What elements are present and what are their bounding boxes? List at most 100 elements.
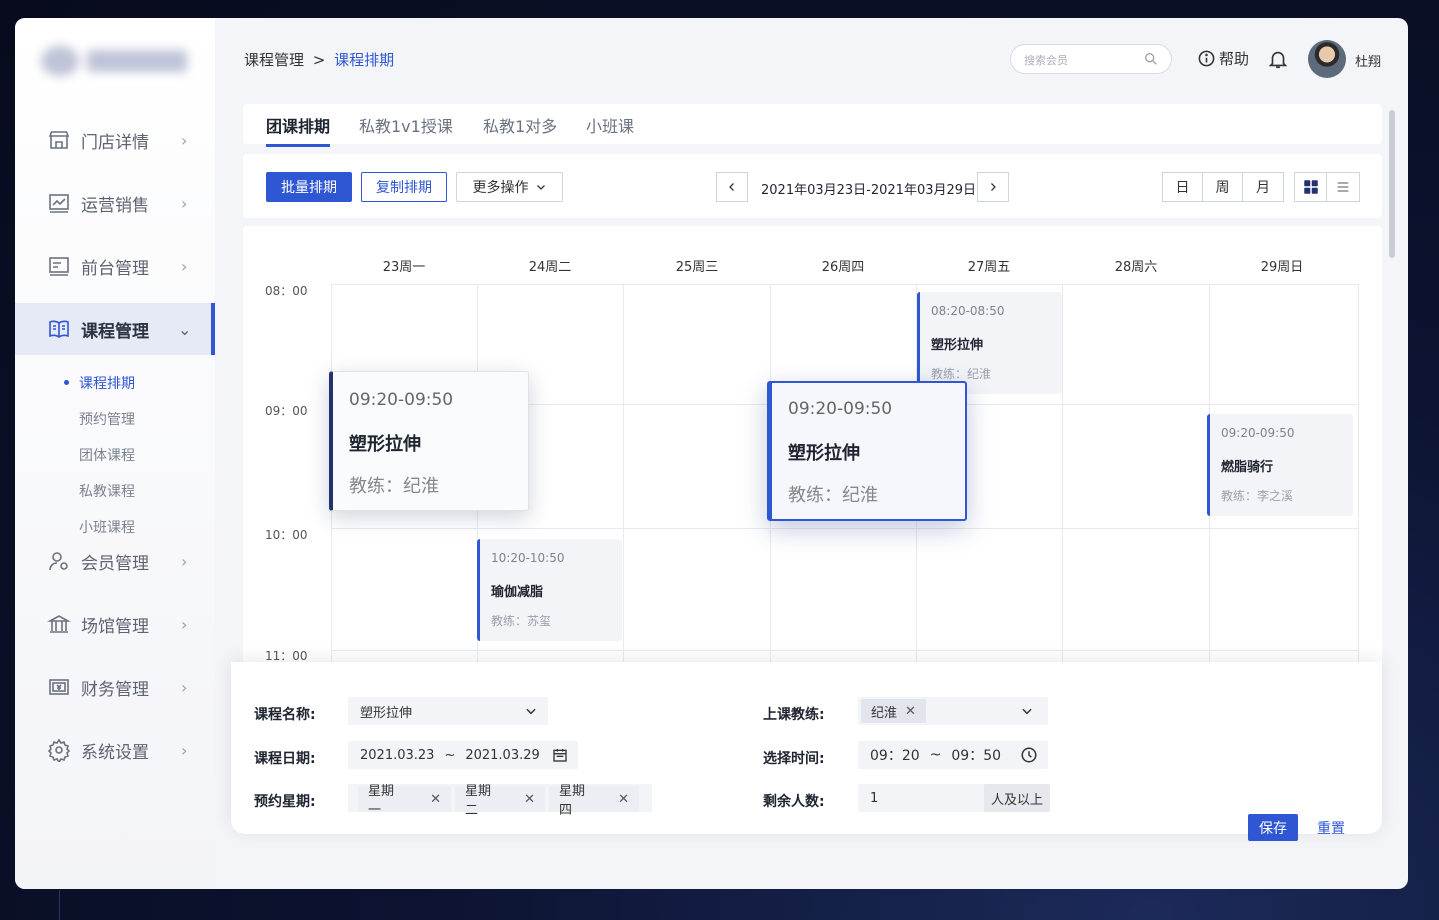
batch-schedule-button[interactable]: 批量排期 — [266, 172, 352, 202]
schedule-event[interactable]: 10:20-10:50 瑜伽减脂 教练：苏玺 — [477, 539, 622, 641]
weekday-label: 预约星期: — [254, 794, 316, 810]
calendar-icon — [553, 749, 567, 762]
coach-tag-label: 纪淮 — [871, 705, 898, 721]
close-icon[interactable]: ✕ — [430, 792, 441, 807]
chevron-right-icon: › — [181, 193, 188, 213]
remaining-suffix-label: 人及以上 — [991, 792, 1044, 808]
sidebar-item-member[interactable]: 会员管理 › — [15, 535, 215, 587]
breadcrumb: 课程管理 > 课程排期 — [244, 49, 394, 70]
username[interactable]: 杜翔 — [1355, 51, 1381, 70]
close-icon[interactable]: ✕ — [905, 704, 916, 719]
time-select-label: 选择时间: — [763, 751, 825, 767]
tab-small-class[interactable]: 小班课 — [586, 113, 634, 137]
remaining-label: 剩余人数: — [763, 794, 825, 810]
sidebar-item-settings[interactable]: 系统设置 › — [15, 724, 215, 776]
time-range-picker[interactable]: 09：20 ~ 09：50 — [858, 741, 1048, 769]
event-time: 09:20-09:50 — [1221, 426, 1295, 440]
user-icon — [49, 552, 68, 571]
event-time: 08:20-08:50 — [931, 304, 1005, 318]
event-coach: 教练：纪淮 — [931, 367, 992, 381]
prev-week-button[interactable] — [716, 172, 748, 202]
event-time: 09:20-09:50 — [788, 399, 893, 419]
schedule-event-dragging[interactable]: 09:20-09:50 塑形拉伸 教练：纪淮 — [329, 371, 529, 511]
weekday-tag-label: 星期四 — [559, 784, 586, 818]
subnav-booking[interactable]: 预约管理 — [79, 409, 135, 429]
time-label: 08：00 — [265, 284, 308, 298]
subnav-private-course[interactable]: 私教课程 — [79, 481, 135, 501]
list-view-button[interactable] — [1327, 173, 1359, 201]
layout-switch — [1294, 172, 1360, 202]
view-mode-switch: 日 周 月 — [1162, 172, 1284, 202]
event-coach: 教练：李之溪 — [1221, 489, 1294, 503]
close-icon[interactable]: ✕ — [524, 792, 535, 807]
weekday-tag: 星期四 ✕ — [549, 784, 639, 818]
sidebar-item-sales[interactable]: 运营销售 › — [15, 177, 215, 229]
event-time: 10:20-10:50 — [491, 551, 565, 565]
save-button[interactable]: 保存 — [1248, 814, 1298, 841]
schedule-event[interactable]: 08:20-08:50 塑形拉伸 教练：纪淮 — [917, 292, 1062, 394]
weekday-tag: 星期二 ✕ — [455, 784, 545, 818]
avatar[interactable] — [1308, 40, 1346, 78]
search-input[interactable]: 搜索会员 — [1010, 44, 1172, 74]
list-icon — [1337, 182, 1349, 192]
weekday-tag-label: 星期一 — [368, 784, 395, 818]
remaining-value: 1 — [870, 790, 879, 806]
view-month-button[interactable]: 月 — [1243, 173, 1283, 201]
next-week-button[interactable] — [977, 172, 1009, 202]
app-window: 门店详情 › 运营销售 › 前台管理 › 课程管理 ⌄ 课程排期 预约管理 团体… — [15, 18, 1408, 889]
store-icon — [48, 131, 70, 149]
help-button[interactable]: 帮助 — [1197, 48, 1249, 69]
day-header: 29周日 — [1260, 260, 1304, 275]
day-header: 27周五 — [967, 260, 1011, 275]
sidebar-item-venue[interactable]: 场馆管理 › — [15, 598, 215, 650]
subnav-small-class[interactable]: 小班课程 — [79, 517, 135, 537]
event-coach: 教练：苏玺 — [491, 614, 552, 628]
breadcrumb-current: 课程排期 — [334, 51, 395, 69]
tab-private-1-to-many[interactable]: 私教1对多 — [483, 113, 557, 137]
sidebar-item-store[interactable]: 门店详情 › — [15, 114, 215, 166]
time-label: 09：00 — [265, 404, 308, 418]
close-icon[interactable]: ✕ — [618, 792, 629, 807]
sidebar-item-frontdesk[interactable]: 前台管理 › — [15, 240, 215, 292]
course-date-range[interactable]: 2021.03.23 ~ 2021.03.29 — [348, 741, 578, 769]
reset-button[interactable]: 重置 — [1317, 818, 1345, 838]
chevron-down-icon: ⌄ — [178, 319, 192, 339]
search-icon[interactable] — [1143, 51, 1159, 67]
sidebar-item-label: 财务管理 — [81, 679, 149, 700]
bell-icon[interactable] — [1267, 47, 1289, 71]
sidebar-item-label: 运营销售 — [81, 195, 149, 216]
sidebar-item-label: 门店详情 — [81, 132, 149, 153]
view-day-button[interactable]: 日 — [1163, 173, 1203, 201]
tab-private-1v1[interactable]: 私教1v1授课 — [359, 113, 453, 137]
time-label: 10：00 — [265, 528, 308, 542]
day-header: 28周六 — [1114, 260, 1158, 275]
weekday-tag: 星期一 ✕ — [358, 784, 451, 818]
grid-view-button[interactable] — [1295, 173, 1327, 201]
clock-icon — [1021, 747, 1037, 763]
sidebar-item-course[interactable]: 课程管理 ⌄ — [15, 303, 215, 355]
copy-schedule-button[interactable]: 复制排期 — [361, 172, 447, 202]
view-week-button[interactable]: 周 — [1203, 173, 1243, 201]
chevron-down-icon — [526, 708, 536, 715]
remaining-input[interactable]: 1 — [858, 784, 986, 812]
remaining-suffix: 人及以上 — [984, 784, 1050, 812]
schedule-event-selected[interactable]: 09:20-09:50 塑形拉伸 教练：纪淮 — [767, 381, 967, 521]
chevron-right-icon: › — [181, 740, 188, 760]
more-actions-button[interactable]: 更多操作 — [456, 172, 563, 202]
subnav-group-course[interactable]: 团体课程 — [79, 445, 135, 465]
date-start: 2021.03.23 — [360, 747, 435, 763]
sidebar-item-label: 会员管理 — [81, 553, 149, 574]
tab-group-schedule[interactable]: 团课排期 — [266, 113, 331, 147]
chart-icon — [49, 194, 69, 213]
sidebar-item-finance[interactable]: 财务管理 › — [15, 661, 215, 713]
finance-icon — [49, 679, 69, 695]
breadcrumb-parent[interactable]: 课程管理 — [244, 51, 304, 69]
chevron-right-icon — [991, 183, 996, 191]
course-name-select[interactable]: 塑形拉伸 — [348, 697, 548, 725]
vertical-scrollbar[interactable] — [1389, 110, 1395, 258]
chevron-left-icon — [729, 183, 734, 191]
day-header: 24周二 — [528, 260, 572, 275]
schedule-event[interactable]: 09:20-09:50 燃脂骑行 教练：李之溪 — [1207, 414, 1353, 516]
subnav-schedule[interactable]: 课程排期 — [64, 373, 135, 393]
day-header: 25周三 — [675, 260, 719, 275]
